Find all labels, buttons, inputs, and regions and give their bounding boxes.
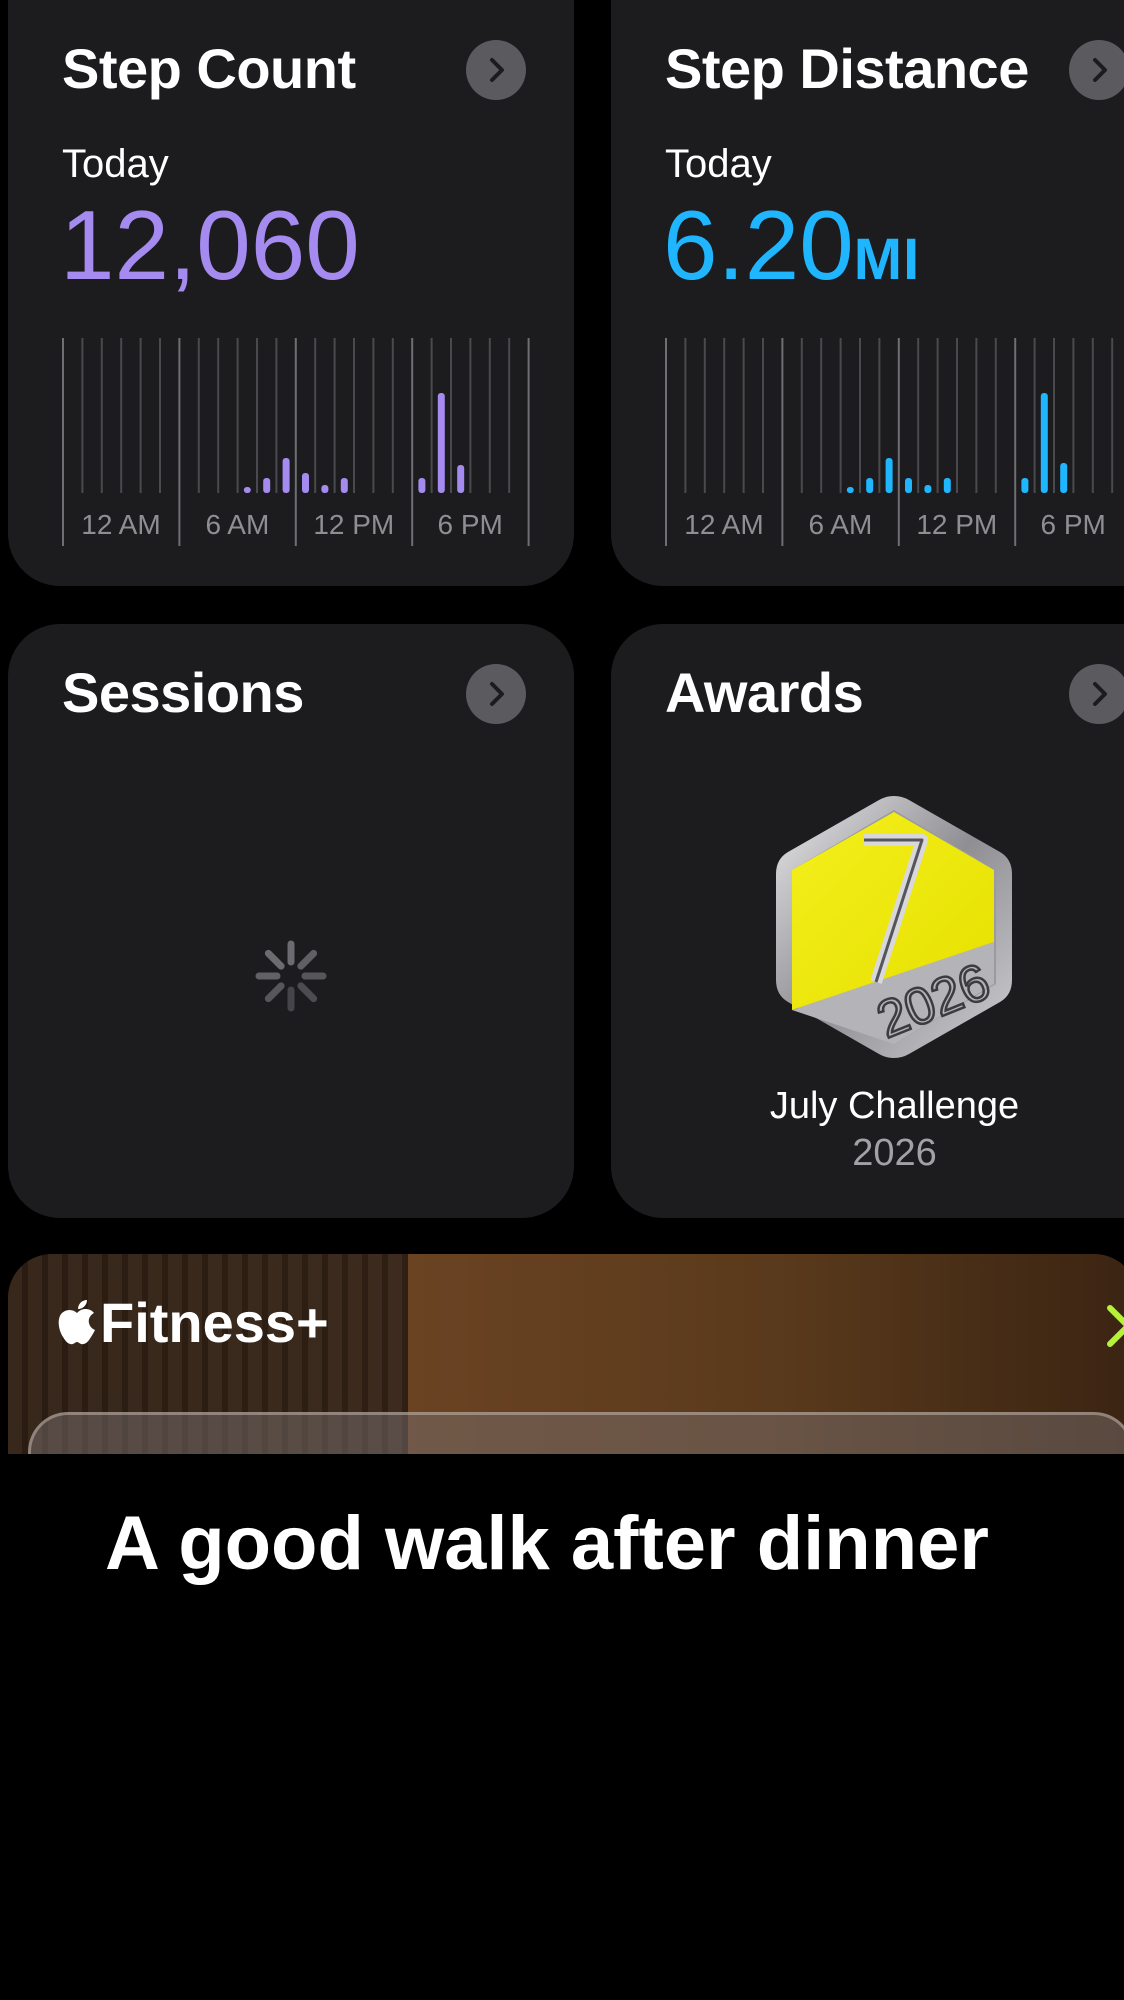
chevron-right-icon[interactable] (466, 40, 526, 100)
chevron-right-icon[interactable] (1069, 40, 1124, 100)
award-year: 2026 (852, 1132, 937, 1174)
bar-11 (282, 458, 290, 493)
step-count-chart: 12 AM 6 AM 12 PM 6 PM (62, 338, 530, 546)
period-label: Today (62, 142, 169, 186)
bar-8 (1060, 463, 1068, 493)
distance-number: 6.20 (663, 190, 854, 300)
fitness-plus-logo: Fitness+ (56, 1290, 329, 1355)
distance-unit: MI (853, 227, 921, 292)
content-sheet (28, 1412, 1124, 1454)
bar-12-pm (302, 473, 309, 493)
july-challenge-badge-icon: 2026 (776, 796, 1012, 1058)
tick-label: 12 AM (81, 509, 160, 540)
fitness-plus-tagline: A good walk after dinner (105, 1501, 989, 1586)
tick-label: 12 AM (684, 509, 763, 540)
bar-9 (243, 487, 251, 493)
tick-label: 12 PM (916, 509, 997, 540)
tick-label: 6 PM (1041, 509, 1106, 540)
step-count-value: 12,060 (60, 190, 360, 300)
card-title: Step Distance (665, 37, 1029, 100)
bar-9 (846, 487, 854, 493)
fitness-plus-label: Fitness+ (100, 1291, 329, 1354)
bar-2 (340, 478, 348, 493)
bar-1 (321, 485, 329, 493)
bar-1 (924, 485, 932, 493)
bar-2 (943, 478, 951, 493)
tick-label: 6 AM (205, 509, 269, 540)
step-distance-card[interactable]: Step Distance Today 6.20MI 12 AM 6 AM 12 P… (611, 0, 1124, 586)
tick-label: 6 AM (808, 509, 872, 540)
bar-7 (1040, 393, 1048, 493)
loading-spinner-icon (255, 940, 327, 1012)
fitness-plus-banner[interactable]: Fitness+ (8, 1254, 1124, 1454)
bar-8 (457, 465, 465, 493)
card-title: Awards (665, 661, 864, 724)
chevron-right-icon[interactable] (1104, 1302, 1124, 1350)
period-label: Today (665, 142, 772, 186)
step-distance-value: 6.20MI (663, 196, 920, 294)
bar-10 (263, 478, 271, 493)
bar-11 (885, 458, 893, 493)
bar-6-pm (1021, 478, 1029, 493)
bar-12-pm (905, 478, 912, 493)
chevron-right-icon[interactable] (466, 664, 526, 724)
award-name: July Challenge (769, 1085, 1020, 1127)
bar-7 (437, 393, 445, 493)
step-distance-chart: 12 AM 6 AM 12 PM 6 PM (665, 338, 1114, 546)
card-title: Sessions (62, 661, 304, 724)
tick-label: 12 PM (313, 509, 394, 540)
bar-6-pm (418, 478, 426, 493)
step-count-card[interactable]: Step Count Today 12,060 12 AM 6 AM 12 PM 6 … (8, 0, 574, 586)
apple-icon (58, 1299, 95, 1344)
tick-label: 6 PM (438, 509, 503, 540)
card-title: Step Count (62, 37, 356, 100)
sessions-card[interactable]: Sessions (8, 624, 574, 1218)
bar-10 (866, 478, 874, 493)
chevron-right-icon[interactable] (1069, 664, 1124, 724)
